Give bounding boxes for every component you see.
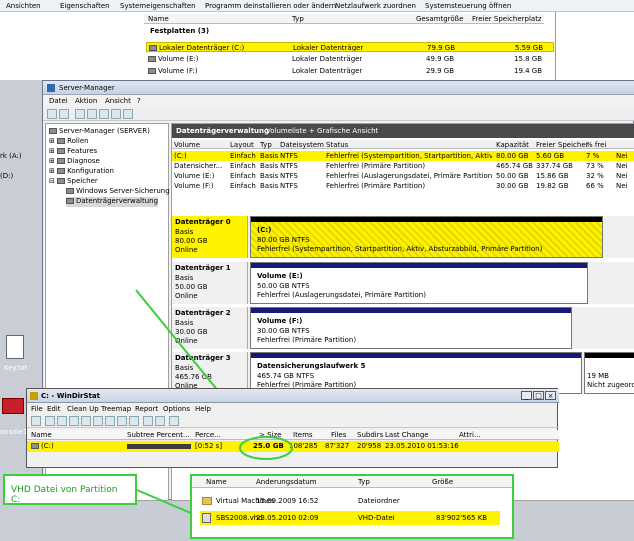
file-row-virtual-machines[interactable]: Virtual Machines 15.09.2009 16:52 Dateio… bbox=[200, 496, 500, 507]
folder-icon bbox=[202, 497, 212, 505]
annotation-text: VHD Datei von Partition C: bbox=[11, 485, 118, 505]
col-date[interactable]: Änderungsdatum bbox=[256, 478, 317, 486]
col-type[interactable]: Typ bbox=[358, 478, 370, 486]
annotation-callout: VHD Datei von Partition C: bbox=[3, 474, 137, 505]
size-highlight-overlay bbox=[239, 436, 293, 460]
explorer-files-window: Name Änderungsdatum Typ Größe Virtual Ma… bbox=[190, 474, 514, 539]
files-column-header: Name Änderungsdatum Typ Größe bbox=[192, 476, 512, 488]
col-size[interactable]: Größe bbox=[432, 478, 453, 486]
col-name[interactable]: Name bbox=[206, 478, 227, 486]
file-row-sbs2008[interactable]: SBS2008.vhd 23.05.2010 02:09 VHD-Datei 8… bbox=[200, 511, 500, 525]
size-highlight-circle bbox=[239, 436, 293, 460]
vhd-file-icon bbox=[202, 513, 211, 523]
